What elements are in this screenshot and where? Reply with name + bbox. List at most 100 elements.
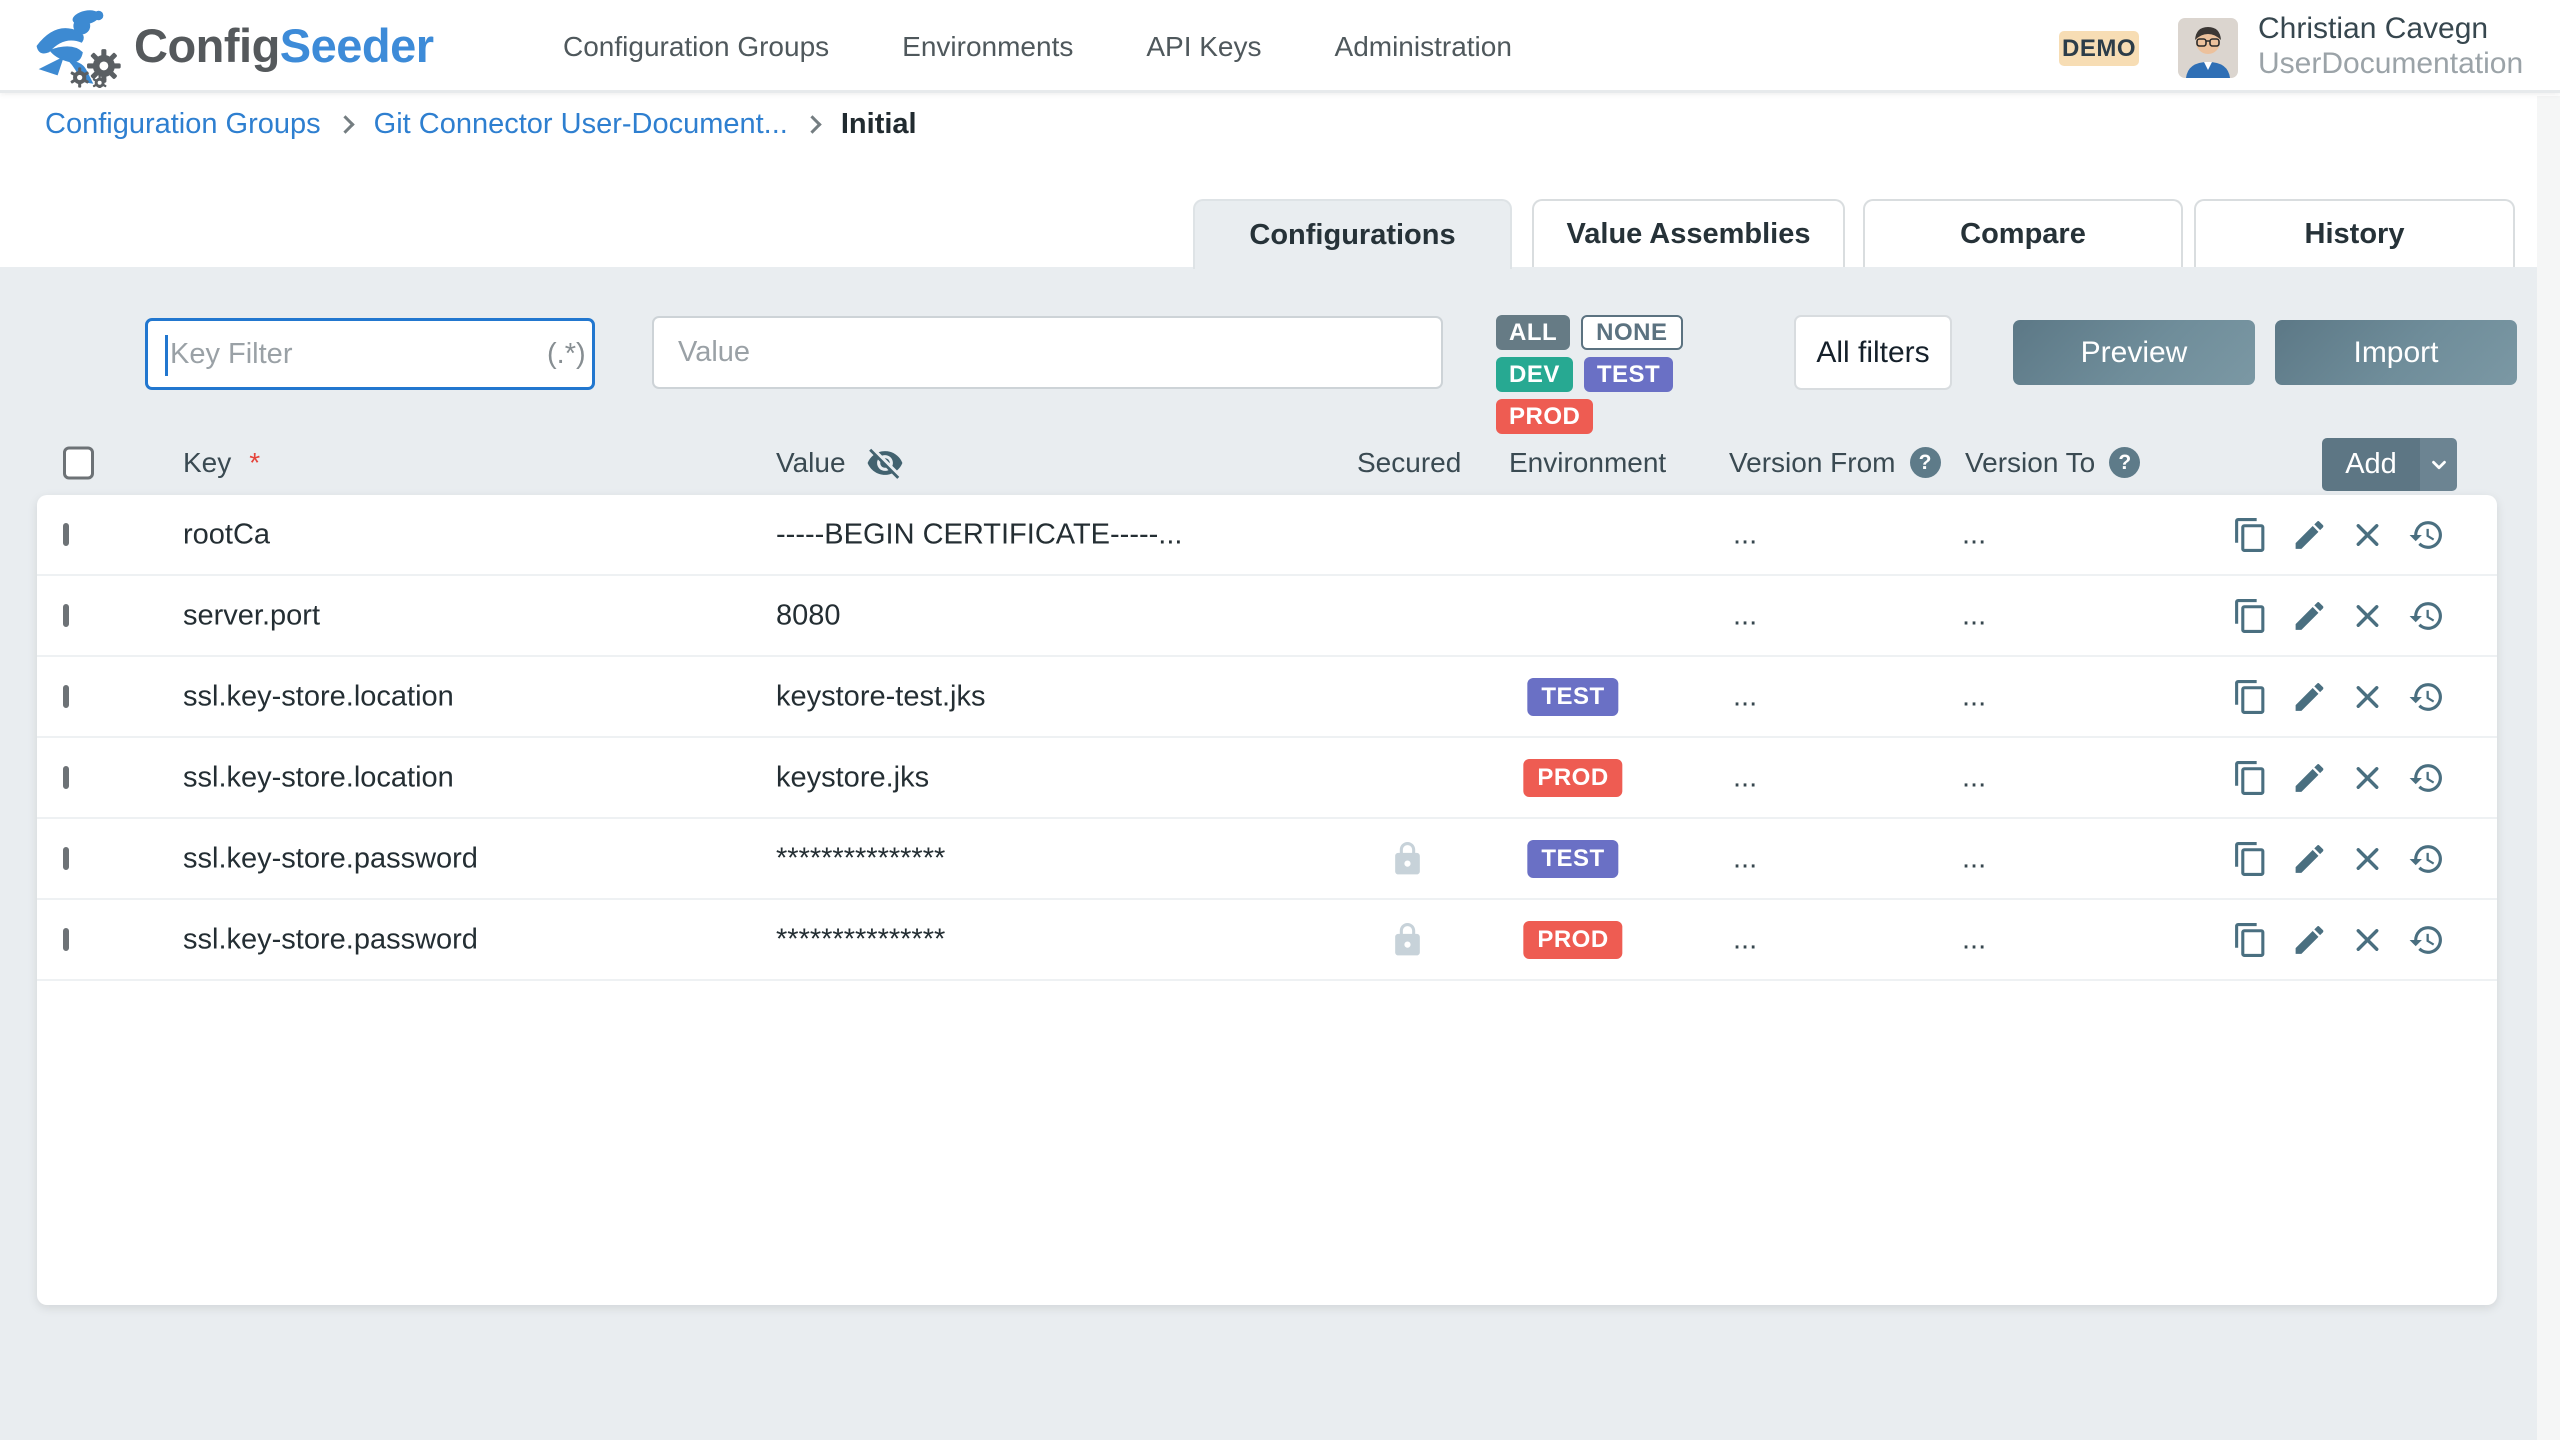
edit-icon[interactable] [2291,597,2328,634]
brand-title[interactable]: ConfigSeeder [134,18,434,73]
add-button[interactable]: Add [2322,438,2420,491]
history-icon[interactable] [2408,921,2445,958]
config-key: ssl.key-store.password [183,923,478,956]
version-to-value[interactable]: ... [1962,599,1986,632]
history-icon[interactable] [2408,516,2445,553]
column-header-key[interactable]: Key* [183,447,260,479]
copy-icon[interactable] [2232,759,2269,796]
history-icon[interactable] [2408,840,2445,877]
nav-item-api-keys[interactable]: API Keys [1146,31,1261,63]
row-checkbox[interactable] [63,523,69,546]
key-filter-input[interactable] [148,321,547,387]
add-split-button: Add [2322,438,2457,491]
version-to-value[interactable]: ... [1962,761,1986,794]
copy-icon[interactable] [2232,516,2269,553]
help-icon[interactable]: ? [2109,447,2140,478]
edit-icon[interactable] [2291,678,2328,715]
env-toggle-prod[interactable]: PROD [1496,399,1593,434]
column-header-version-from: Version From ? [1729,447,1941,479]
breadcrumb-git-connector-user-document[interactable]: Git Connector User-Document... [374,108,788,141]
main-nav: Configuration Groups Environments API Keys… [563,0,1512,93]
help-icon[interactable]: ? [1910,447,1941,478]
tab-compare[interactable]: Compare [1863,199,2183,267]
edit-icon[interactable] [2291,840,2328,877]
env-toggle-all[interactable]: ALL [1496,315,1570,350]
nav-item-environments[interactable]: Environments [902,31,1073,63]
user-name[interactable]: Christian Cavegn [2258,12,2488,46]
delete-icon[interactable] [2349,840,2386,877]
copy-icon[interactable] [2232,597,2269,634]
user-avatar[interactable] [2178,18,2238,78]
row-checkbox[interactable] [63,847,69,870]
delete-icon[interactable] [2349,759,2386,796]
row-checkbox[interactable] [63,766,69,789]
row-checkbox[interactable] [63,604,69,627]
column-header-value[interactable]: Value [776,444,904,482]
preview-button[interactable]: Preview [2013,320,2255,385]
text-caret [165,335,168,376]
edit-icon[interactable] [2291,921,2328,958]
environment-badge: TEST [1527,840,1618,878]
tab-configurations[interactable]: Configurations [1193,199,1512,269]
regex-suffix: (.*) [547,338,604,371]
all-filters-button[interactable]: All filters [1794,315,1952,390]
env-toggle-none[interactable]: NONE [1581,315,1682,350]
nav-item-configuration-groups[interactable]: Configuration Groups [563,31,829,63]
version-from-value[interactable]: ... [1733,680,1757,713]
table-row: ssl.key-store.location keystore-test.jks… [37,657,2497,738]
nav-item-administration[interactable]: Administration [1335,31,1512,63]
chevron-right-icon [803,115,821,133]
tab-value-assemblies[interactable]: Value Assemblies [1532,199,1845,267]
config-value: keystore.jks [776,761,929,794]
chevron-down-icon [2428,454,2450,476]
copy-icon[interactable] [2232,840,2269,877]
version-from-value[interactable]: ... [1733,518,1757,551]
delete-icon[interactable] [2349,678,2386,715]
select-all-checkbox[interactable] [63,446,94,479]
row-checkbox[interactable] [63,685,69,708]
version-to-value[interactable]: ... [1962,923,1986,956]
edit-icon[interactable] [2291,516,2328,553]
delete-icon[interactable] [2349,516,2386,553]
delete-icon[interactable] [2349,597,2386,634]
version-from-value[interactable]: ... [1733,923,1757,956]
copy-icon[interactable] [2232,921,2269,958]
tab-history[interactable]: History [2194,199,2515,267]
import-button[interactable]: Import [2275,320,2517,385]
configseeder-logo-icon [26,6,126,88]
edit-icon[interactable] [2291,759,2328,796]
env-toggle-dev[interactable]: DEV [1496,357,1573,392]
tab-bar: Configurations Value Assemblies CompareHis… [0,199,2560,267]
version-to-value[interactable]: ... [1962,680,1986,713]
history-icon[interactable] [2408,759,2445,796]
table-row: rootCa -----BEGIN CERTIFICATE-----... ..… [37,495,2497,576]
copy-icon[interactable] [2232,678,2269,715]
configurations-table: rootCa -----BEGIN CERTIFICATE-----... ..… [37,495,2497,1305]
breadcrumb-initial[interactable]: Initial [841,108,917,141]
breadcrumb: Configuration Groups Git Connector User-D… [45,108,917,141]
history-icon[interactable] [2408,678,2445,715]
config-value: *************** [776,842,945,875]
breadcrumb-configuration-groups[interactable]: Configuration Groups [45,108,321,141]
value-filter-input[interactable] [654,318,1441,387]
required-marker: * [249,447,260,479]
eye-off-icon[interactable] [866,444,904,482]
key-filter-field: (.*) [145,318,595,390]
delete-icon[interactable] [2349,921,2386,958]
config-value: *************** [776,923,945,956]
config-key: ssl.key-store.location [183,680,454,713]
version-to-value[interactable]: ... [1962,842,1986,875]
add-dropdown-toggle[interactable] [2420,438,2457,491]
config-value: 8080 [776,599,841,632]
history-icon[interactable] [2408,597,2445,634]
column-header-secured: Secured [1357,447,1461,479]
row-checkbox[interactable] [63,928,69,951]
version-to-value[interactable]: ... [1962,518,1986,551]
table-header: Key* Value Secured Environment Version F… [0,430,2560,495]
env-toggle-test[interactable]: TEST [1584,357,1673,392]
scrollbar-track[interactable] [2537,96,2560,1440]
version-from-value[interactable]: ... [1733,599,1757,632]
version-from-value[interactable]: ... [1733,842,1757,875]
config-key: rootCa [183,518,270,551]
version-from-value[interactable]: ... [1733,761,1757,794]
